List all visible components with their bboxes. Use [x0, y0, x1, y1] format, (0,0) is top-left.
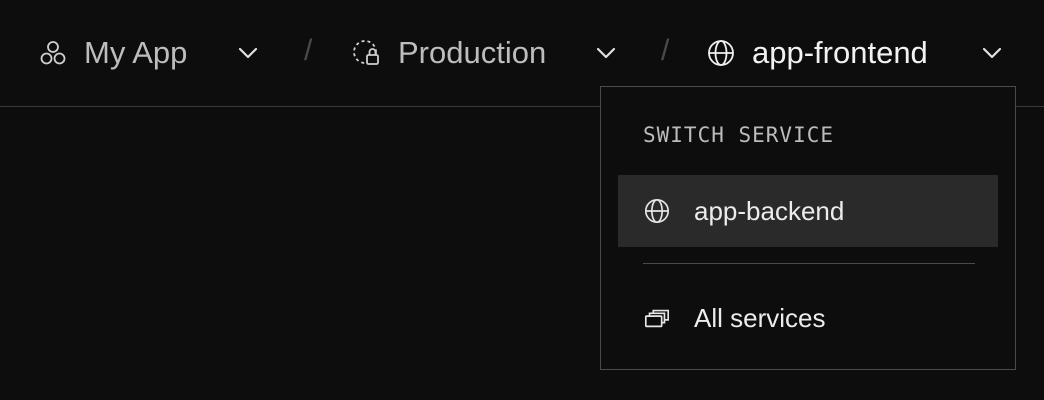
- dropdown-divider: [643, 263, 975, 264]
- service-chevron-down-icon[interactable]: [979, 40, 1005, 66]
- service-option-label: app-backend: [694, 195, 845, 226]
- breadcrumb-project[interactable]: My App: [38, 30, 187, 76]
- dropdown-heading: SWITCH SERVICE: [643, 123, 835, 147]
- globe-icon: [706, 38, 736, 68]
- project-chevron-down-icon[interactable]: [235, 40, 261, 66]
- breadcrumb-separator: /: [661, 34, 670, 67]
- breadcrumb-service[interactable]: app-frontend: [706, 30, 928, 76]
- all-services-label: All services: [694, 302, 826, 333]
- service-option-app-backend[interactable]: app-backend: [618, 175, 998, 247]
- stacked-windows-icon: [642, 303, 672, 333]
- breadcrumb-service-label: app-frontend: [752, 35, 928, 70]
- breadcrumb-environment-label: Production: [398, 35, 547, 70]
- all-services-link[interactable]: All services: [618, 282, 998, 354]
- project-hexagons-icon: [38, 38, 68, 68]
- breadcrumb-separator: /: [304, 34, 313, 67]
- breadcrumb-environment[interactable]: Production: [352, 30, 546, 76]
- locked-environment-icon: [352, 38, 382, 68]
- breadcrumb-project-label: My App: [84, 35, 188, 70]
- environment-chevron-down-icon[interactable]: [593, 40, 619, 66]
- switch-service-dropdown: SWITCH SERVICE app-backend All services: [600, 86, 1016, 370]
- globe-icon: [642, 196, 672, 226]
